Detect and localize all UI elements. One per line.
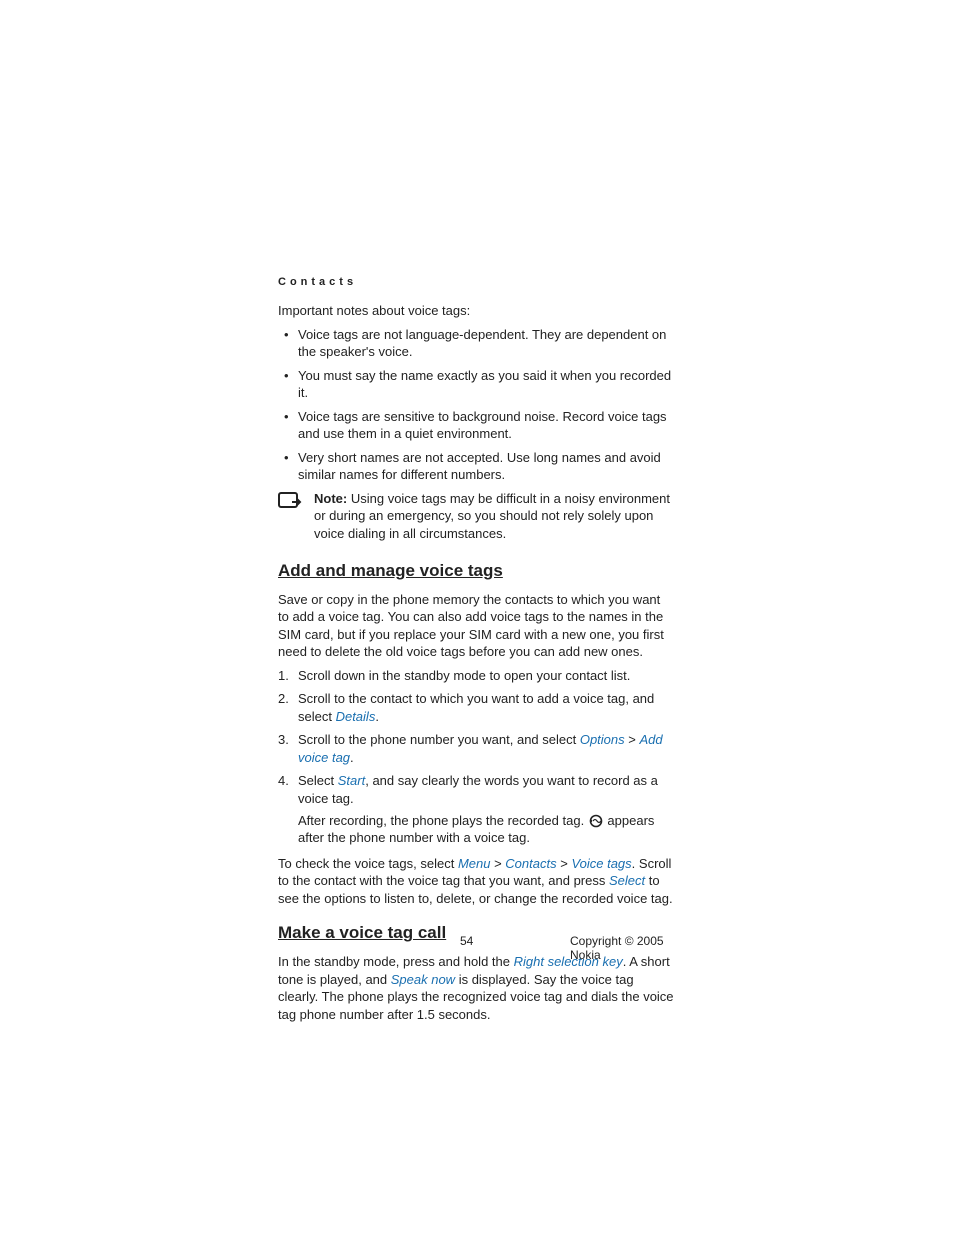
link-start[interactable]: Start <box>338 773 365 788</box>
section-header: Contacts <box>278 276 674 288</box>
text: After recording, the phone plays the rec… <box>298 813 588 828</box>
step-text: . <box>375 709 379 724</box>
add-intro-paragraph: Save or copy in the phone memory the con… <box>278 591 674 661</box>
note-icon <box>278 490 314 543</box>
step-text: Scroll down in the standby mode to open … <box>298 668 630 683</box>
list-item: Scroll to the contact to which you want … <box>278 690 674 725</box>
link-voice-tags[interactable]: Voice tags <box>571 856 631 871</box>
note-block: Note: Using voice tags may be difficult … <box>278 490 674 543</box>
heading-add-manage: Add and manage voice tags <box>278 561 674 581</box>
list-item: You must say the name exactly as you sai… <box>278 367 674 402</box>
steps-list: Scroll down in the standby mode to open … <box>278 667 674 847</box>
link-speak-now[interactable]: Speak now <box>391 972 455 987</box>
separator: > <box>625 732 640 747</box>
step-text: Select <box>298 773 338 788</box>
step-text: . <box>350 750 354 765</box>
link-options[interactable]: Options <box>580 732 625 747</box>
separator: > <box>490 856 505 871</box>
voice-tags-notes-list: Voice tags are not language-dependent. T… <box>278 326 674 484</box>
list-item: Very short names are not accepted. Use l… <box>278 449 674 484</box>
separator: > <box>557 856 572 871</box>
link-menu[interactable]: Menu <box>458 856 491 871</box>
note-label: Note: <box>314 491 347 506</box>
link-details[interactable]: Details <box>336 709 376 724</box>
list-item: Scroll down in the standby mode to open … <box>278 667 674 685</box>
text: In the standby mode, press and hold the <box>278 954 514 969</box>
copyright-text: Copyright © 2005 Nokia <box>570 934 674 962</box>
note-text: Note: Using voice tags may be difficult … <box>314 490 674 543</box>
list-item: Voice tags are sensitive to background n… <box>278 408 674 443</box>
call-paragraph: In the standby mode, press and hold the … <box>278 953 674 1023</box>
step-subtext: After recording, the phone plays the rec… <box>298 812 674 847</box>
list-item: Voice tags are not language-dependent. T… <box>278 326 674 361</box>
page-number: 54 <box>460 934 473 948</box>
voice-tag-icon <box>588 814 604 828</box>
intro-paragraph: Important notes about voice tags: <box>278 302 674 320</box>
note-content: Using voice tags may be difficult in a n… <box>314 491 670 541</box>
list-item: Scroll to the phone number you want, and… <box>278 731 674 766</box>
step-text: Scroll to the phone number you want, and… <box>298 732 580 747</box>
link-select[interactable]: Select <box>609 873 645 888</box>
document-page: Contacts Important notes about voice tag… <box>0 0 954 1235</box>
text: To check the voice tags, select <box>278 856 458 871</box>
check-paragraph: To check the voice tags, select Menu > C… <box>278 855 674 908</box>
link-contacts[interactable]: Contacts <box>505 856 556 871</box>
list-item: Select Start, and say clearly the words … <box>278 772 674 846</box>
